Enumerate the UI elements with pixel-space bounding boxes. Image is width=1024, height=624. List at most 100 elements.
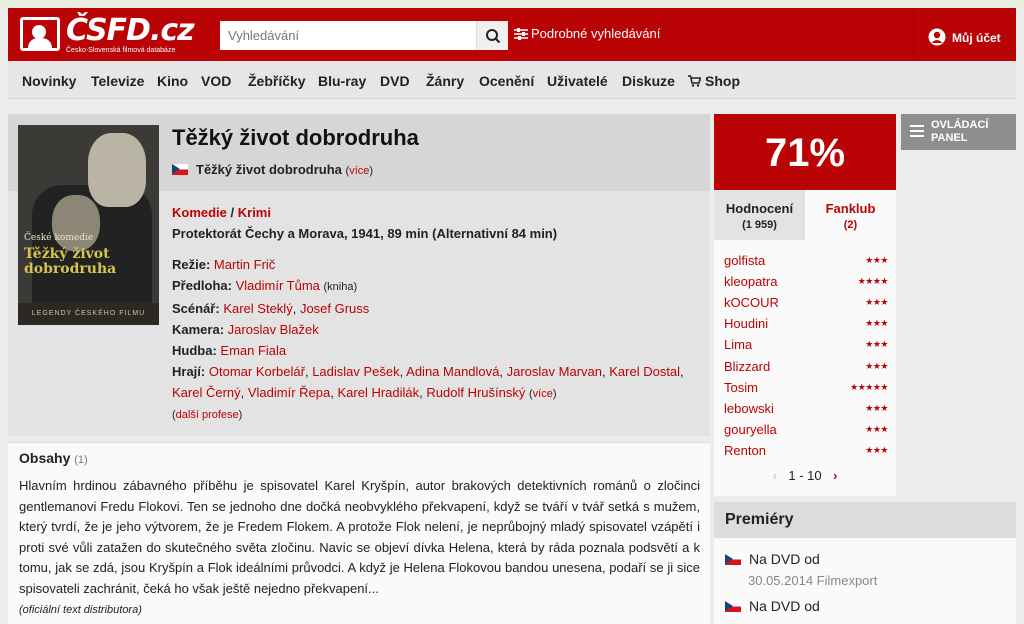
synopsis-source: (oficiální text distributora) — [19, 604, 142, 616]
creator-label: Předloha: — [172, 278, 232, 293]
nav-shop-label: Shop — [705, 73, 740, 89]
user-rating-row: gouryella ★★★ — [724, 419, 888, 440]
tab-ratings-label: Hodnocení — [725, 201, 794, 216]
actor-link[interactable]: Rudolf Hrušínský — [426, 385, 525, 400]
prev-page-icon[interactable]: ‹ — [765, 468, 785, 483]
nav-item-zebricky[interactable]: Žebříčky — [248, 73, 306, 89]
alt-title: Těžký život dobrodruha (více) — [172, 162, 373, 177]
synopsis-count: (1) — [74, 454, 88, 466]
poster-title: Těžký život dobrodruha — [24, 246, 117, 277]
actor-link[interactable]: Karel Dostal — [609, 364, 680, 379]
film-origin: Protektorát Čechy a Morava, 1941, 89 min… — [172, 226, 558, 241]
header-divider — [913, 8, 914, 61]
premiere-label: Na DVD od — [749, 598, 820, 614]
genre-link-komedie[interactable]: Komedie — [172, 205, 227, 220]
creator-link[interactable]: Eman Fiala — [220, 343, 286, 358]
creator-link[interactable]: Martin Frič — [214, 257, 275, 272]
stars-icon: ★★★ — [865, 402, 888, 413]
poster-text: České komedie — [24, 233, 94, 243]
site-logo[interactable]: ČSFD.cz Česko-Slovenská filmová databáze — [20, 13, 195, 57]
creator-label: Scénář: — [172, 301, 220, 316]
other-professions-link[interactable]: další profese — [176, 409, 239, 421]
stars-icon: ★★★ — [865, 318, 888, 329]
tab-ratings[interactable]: Hodnocení (1 959) — [714, 190, 805, 240]
next-page-icon[interactable]: › — [825, 468, 845, 483]
creators-source: Předloha: Vladimír Tůma (kniha) — [172, 275, 692, 298]
user-link[interactable]: lebowski — [724, 401, 774, 416]
user-link[interactable]: Houdini — [724, 316, 768, 331]
poster-footer: LEGENDY ČESKÉHO FILMU — [18, 303, 159, 325]
actor-link[interactable]: Vladimír Řepa — [248, 385, 330, 400]
tab-fanclub[interactable]: Fanklub (2) — [805, 190, 896, 240]
genres: Komedie / Krimi — [172, 205, 271, 220]
nav-item-kino[interactable]: Kino — [157, 73, 188, 89]
creator-link[interactable]: Josef Gruss — [300, 301, 369, 316]
creator-link[interactable]: Karel Steklý — [223, 301, 292, 316]
user-link[interactable]: Tosim — [724, 380, 758, 395]
creator-link[interactable]: Vladimír Tůma — [236, 278, 320, 293]
premiere-item: Na DVD od — [725, 551, 820, 567]
user-link[interactable]: kOCOUR — [724, 295, 779, 310]
nav-item-uzivatele[interactable]: Uživatelé — [547, 73, 608, 89]
film-poster[interactable]: České komedie Těžký život dobrodruha LEG… — [18, 125, 159, 325]
account-link[interactable]: Můj účet — [928, 28, 1001, 46]
cz-flag-icon — [172, 164, 188, 175]
synopsis-heading-text: Obsahy — [19, 450, 71, 466]
user-link[interactable]: gouryella — [724, 422, 777, 437]
synopsis-heading: Obsahy (1) — [19, 450, 88, 466]
control-panel-button[interactable]: OVLÁDACÍ PANEL — [901, 114, 1016, 150]
nav-item-dvd[interactable]: DVD — [380, 73, 410, 89]
user-link[interactable]: Renton — [724, 443, 766, 458]
actor-link[interactable]: Jaroslav Marvan — [507, 364, 602, 379]
creator-label: Kamera: — [172, 322, 225, 337]
cart-icon — [688, 75, 702, 87]
advanced-search-label: Podrobné vyhledávání — [531, 26, 661, 41]
stars-icon: ★★★ — [865, 423, 888, 434]
actor-link[interactable]: Karel Hradilák — [337, 385, 419, 400]
nav-item-oceneni[interactable]: Ocenění — [479, 73, 534, 89]
search-input[interactable] — [220, 21, 468, 50]
user-link[interactable]: kleopatra — [724, 274, 777, 289]
premiere-item: Na DVD od — [725, 598, 820, 614]
more-titles-link[interactable]: více — [349, 165, 369, 177]
search-button[interactable] — [476, 21, 508, 50]
actor-link[interactable]: Otomar Korbelář — [209, 364, 305, 379]
nav-item-televize[interactable]: Televize — [91, 73, 144, 89]
logo-subtitle: Česko-Slovenská filmová databáze — [66, 47, 176, 54]
rating-box: 71% Hodnocení (1 959) Fanklub (2) golfista… — [714, 114, 896, 496]
tab-fanclub-label: Fanklub — [825, 201, 876, 216]
user-link[interactable]: golfista — [724, 253, 765, 268]
stars-icon: ★★★ — [865, 360, 888, 371]
account-label: Můj účet — [952, 31, 1001, 45]
user-link[interactable]: Blizzard — [724, 359, 770, 374]
cz-flag-icon — [725, 601, 741, 612]
creator-label: Hudba: — [172, 343, 217, 358]
synopsis-text: Hlavním hrdinou zábavného příběhu je spi… — [19, 478, 700, 596]
stars-icon: ★★★★★ — [850, 381, 888, 392]
actor-link[interactable]: Karel Černý — [172, 385, 241, 400]
tab-fanclub-count: (2) — [843, 219, 858, 231]
user-rating-row: kleopatra ★★★★ — [724, 271, 889, 292]
premiere-label: Na DVD od — [749, 551, 820, 567]
creator-link[interactable]: Jaroslav Blažek — [228, 322, 319, 337]
nav-item-vod[interactable]: VOD — [201, 73, 231, 89]
film-title: Těžký život dobrodruha — [172, 125, 419, 150]
nav-item-novinky[interactable]: Novinky — [22, 73, 76, 89]
user-link[interactable]: Lima — [724, 337, 752, 352]
user-rating-row: Blizzard ★★★ — [724, 355, 888, 376]
creators-cast: Hrají: Otomar Korbelář, Ladislav Pešek, … — [172, 364, 684, 400]
advanced-search-link[interactable]: Podrobné vyhledávání — [514, 26, 660, 41]
nav-item-bluray[interactable]: Blu-ray — [318, 73, 366, 89]
source-note: (kniha) — [323, 281, 358, 293]
nav-item-shop[interactable]: Shop — [688, 73, 740, 89]
actor-link[interactable]: Ladislav Pešek — [312, 364, 399, 379]
nav-item-diskuze[interactable]: Diskuze — [622, 73, 675, 89]
creators: Režie: Martin Frič Předloha: Vladimír Tů… — [172, 254, 692, 426]
control-panel-label: OVLÁDACÍ PANEL — [931, 119, 989, 144]
search-box — [220, 21, 508, 50]
more-cast-link[interactable]: více — [533, 388, 553, 400]
genre-link-krimi[interactable]: Krimi — [238, 205, 271, 220]
nav-item-zanry[interactable]: Žánry — [426, 73, 464, 89]
cz-flag-icon — [725, 554, 741, 565]
actor-link[interactable]: Adina Mandlová — [406, 364, 499, 379]
